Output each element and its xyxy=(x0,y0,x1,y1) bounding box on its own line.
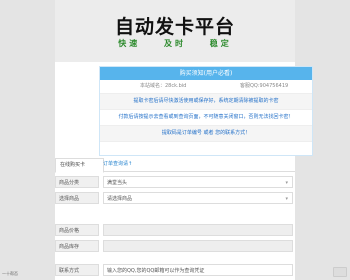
left-sidebar-text: 一十帮否 xyxy=(2,271,18,276)
form-row-contact: 联系方式 输入您的QQ,您的QQ邮箱可以作为查询凭证 xyxy=(55,264,295,276)
category-value: 满堂当头 xyxy=(107,180,128,186)
price-label: 商品价格 xyxy=(55,224,99,236)
stock-field xyxy=(103,240,293,252)
contact-input[interactable]: 输入您的QQ,您的QQ邮箱可以作为查询凭证 xyxy=(103,264,293,276)
main-container: 自动发卡平台 快速 及时 稳定 购买须知(用户必看) 本站域名：28ck.bid… xyxy=(55,0,313,280)
purchase-notice-panel: 购买须知(用户必看) 本站域名：28ck.bid 客服QQ:904756419 … xyxy=(99,66,313,156)
slogan-1: 快速 xyxy=(118,39,141,48)
notice-3: 提取码是订单编号 或者 您的联系方式！ xyxy=(100,126,312,142)
form-row-stock: 商品库存 xyxy=(55,240,295,252)
notice-2: 付款后请按提示去查看或到查询页面，不可随意关闭窗口，否则无法找回卡密！ xyxy=(100,110,312,126)
form-row-product: 选择商品 请选择商品 ▾ xyxy=(55,192,295,204)
stock-label: 商品库存 xyxy=(55,240,99,252)
slogan: 快速 及时 稳定 xyxy=(55,38,295,49)
shop-domain: 本站域名：28ck.bid xyxy=(140,83,187,89)
chevron-down-icon: ▾ xyxy=(285,196,288,202)
product-label: 选择商品 xyxy=(55,192,99,204)
left-sidebar: 一十帮否 xyxy=(0,0,55,280)
panel-heading: 购买须知(用户必看) xyxy=(100,67,312,80)
page-header: 自动发卡平台 快速 及时 稳定 xyxy=(55,0,295,62)
price-field xyxy=(103,224,293,236)
page-title: 自动发卡平台 xyxy=(114,16,235,38)
product-select[interactable]: 请选择商品 ▾ xyxy=(103,192,293,204)
product-value: 请选择商品 xyxy=(107,196,133,202)
form-row-category: 商品分类 满堂当头 ▾ xyxy=(55,176,295,188)
chevron-down-icon: ▾ xyxy=(285,180,288,186)
category-label: 商品分类 xyxy=(55,176,99,188)
contact-label: 联系方式 xyxy=(55,264,99,276)
tab-buy-card[interactable]: 在线购买卡 xyxy=(55,158,104,173)
scroll-top-button[interactable] xyxy=(333,267,347,277)
slogan-2: 及时 xyxy=(164,39,186,48)
notice-1: 提取卡密后请尽快激活使用或保存好，系统定期清除被提取的卡密 xyxy=(100,94,312,110)
tab-order-query[interactable]: 订单查询请↑ xyxy=(99,158,136,171)
service-qq: 客服QQ:904756419 xyxy=(240,83,289,89)
slogan-3: 稳定 xyxy=(209,39,232,48)
form-row-price: 商品价格 xyxy=(55,224,295,236)
tab-bar: 在线购买卡 订单查询请↑ xyxy=(55,158,295,173)
category-select[interactable]: 满堂当头 ▾ xyxy=(103,176,293,188)
info-row: 本站域名：28ck.bid 客服QQ:904756419 xyxy=(100,80,312,94)
